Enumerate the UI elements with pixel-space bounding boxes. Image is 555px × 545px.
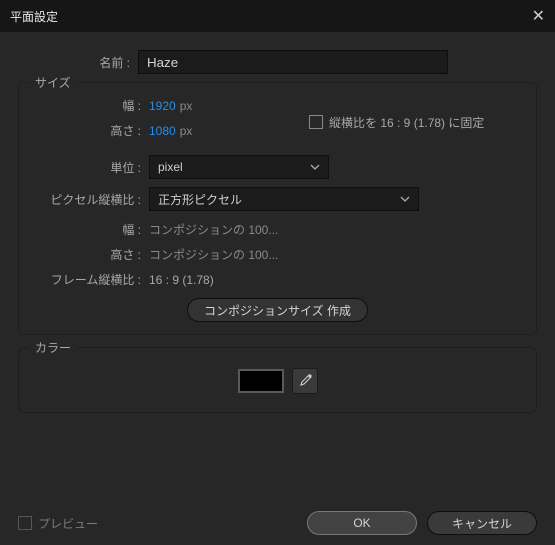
name-input[interactable] <box>138 50 448 74</box>
color-fieldset: カラー <box>18 347 537 413</box>
lock-aspect-label: 縦横比を 16 : 9 (1.78) に固定 <box>329 114 484 131</box>
chevron-down-icon <box>310 164 320 170</box>
hint-width-label: 幅 : <box>29 221 149 238</box>
eyedropper-button[interactable] <box>292 368 318 394</box>
color-legend: カラー <box>29 339 77 356</box>
units-select[interactable]: pixel <box>149 155 329 179</box>
dialog-title: 平面設定 <box>10 8 58 25</box>
cancel-button[interactable]: キャンセル <box>427 511 537 535</box>
units-label: 単位 : <box>29 159 149 176</box>
preview-checkbox[interactable] <box>18 516 32 530</box>
size-fieldset: サイズ 幅 : 1920 px 高さ : 1080 px 縦横比を 16 : 9… <box>18 82 537 335</box>
size-legend: サイズ <box>29 74 77 91</box>
pixel-ar-label: ピクセル縦横比 : <box>29 191 149 208</box>
width-input[interactable]: 1920 <box>149 99 176 113</box>
hint-height-label: 高さ : <box>29 246 149 263</box>
titlebar: 平面設定 ✕ <box>0 0 555 32</box>
color-swatch[interactable] <box>238 369 284 393</box>
width-unit: px <box>180 99 193 113</box>
frame-ar-value: 16 : 9 (1.78) <box>149 273 214 287</box>
make-comp-size-button[interactable]: コンポジションサイズ 作成 <box>187 298 368 322</box>
pixel-ar-select[interactable]: 正方形ピクセル <box>149 187 419 211</box>
ok-button[interactable]: OK <box>307 511 417 535</box>
hint-width-value: コンポジションの 100... <box>149 221 278 238</box>
preview-label: プレビュー <box>38 515 98 532</box>
frame-ar-label: フレーム縦横比 : <box>29 271 149 288</box>
name-label: 名前 : <box>18 54 138 71</box>
width-label: 幅 : <box>29 97 149 114</box>
hint-height-value: コンポジションの 100... <box>149 246 278 263</box>
height-label: 高さ : <box>29 122 149 139</box>
footer: プレビュー OK キャンセル <box>0 511 555 535</box>
height-unit: px <box>180 124 193 138</box>
dialog-body: 名前 : サイズ 幅 : 1920 px 高さ : 1080 px 縦横比を 1… <box>0 32 555 433</box>
chevron-down-icon <box>400 196 410 202</box>
height-input[interactable]: 1080 <box>149 124 176 138</box>
eyedropper-icon <box>298 374 312 388</box>
pixel-ar-value: 正方形ピクセル <box>158 191 242 208</box>
units-value: pixel <box>158 160 183 174</box>
lock-aspect-checkbox[interactable] <box>309 115 323 129</box>
close-icon[interactable]: ✕ <box>532 6 545 26</box>
